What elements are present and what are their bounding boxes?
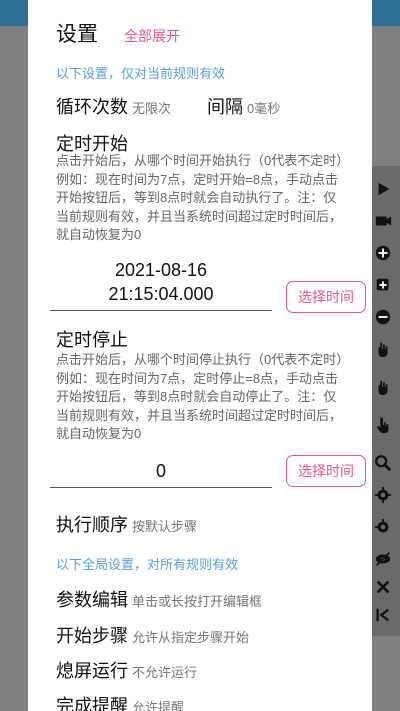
param-edit-value: 单击或长按打开编辑框 (132, 594, 263, 609)
loop-count-value[interactable]: 无限次 (132, 98, 171, 117)
timer-stop-title: 定时停止 (56, 330, 128, 350)
hand-icon[interactable] (372, 376, 394, 398)
finish-alert-row[interactable]: 完成提醒 允许提醒 (56, 692, 184, 711)
timer-start-value[interactable]: 2021-08-16 21:15:04.000 (50, 258, 272, 311)
expand-all-link[interactable]: 全部展开 (124, 26, 180, 46)
settings-dialog: 设置 全部展开 以下设置，仅对当前规则有效 循环次数 无限次 间隔 0毫秒 定时… (28, 0, 372, 711)
exec-order-value: 按默认步骤 (132, 519, 198, 534)
eye-off-icon[interactable] (372, 548, 394, 570)
start-step-label: 开始步骤 (56, 626, 128, 646)
loop-interval-row: 循环次数 无限次 间隔 0毫秒 (56, 93, 280, 119)
screen-off-label: 熄屏运行 (56, 661, 128, 681)
rule-settings-note: 以下设置，仅对当前规则有效 (56, 66, 226, 81)
interval-value[interactable]: 0毫秒 (247, 98, 280, 117)
exec-order-row[interactable]: 执行顺序 按默认步骤 (56, 511, 197, 537)
dialog-header: 设置 全部展开 (56, 18, 180, 48)
collapse-icon[interactable] (372, 604, 394, 626)
exec-order-label: 执行顺序 (56, 515, 128, 535)
start-step-value: 允许从指定步骤开始 (132, 630, 250, 645)
camera-icon[interactable] (372, 210, 394, 232)
timer-stop-description: 点击开始后，从哪个时间停止执行（0代表不定时）例如：现在时间为7点，定时停止=8… (56, 352, 343, 441)
hand-icon[interactable] (372, 338, 394, 360)
remove-icon[interactable] (372, 306, 394, 328)
search-icon[interactable] (372, 452, 394, 474)
screen-off-row[interactable]: 熄屏运行 不允许运行 (56, 657, 197, 683)
timer-stop-value[interactable]: 0 (50, 459, 272, 488)
timer-start-time: 21:15:04.000 (108, 284, 214, 304)
timer-start-description: 点击开始后，从哪个时间开始执行（0代表不定时）例如：现在时间为7点，定时开始=8… (56, 153, 343, 242)
hand-pointer-icon[interactable] (372, 414, 394, 436)
dialog-title: 设置 (56, 23, 98, 46)
add-icon[interactable] (372, 242, 394, 264)
gear-alt-icon[interactable] (372, 516, 394, 538)
param-edit-row[interactable]: 参数编辑 单击或长按打开编辑框 (56, 586, 262, 612)
loop-count-label[interactable]: 循环次数 (56, 93, 128, 119)
floating-toolbar (368, 166, 400, 636)
timer-start-pick-button[interactable]: 选择时间 (286, 281, 366, 313)
timer-stop-pick-button[interactable]: 选择时间 (286, 455, 366, 487)
start-step-row[interactable]: 开始步骤 允许从指定步骤开始 (56, 622, 249, 648)
interval-label[interactable]: 间隔 (207, 93, 243, 119)
global-settings-note: 以下全局设置，对所有规则有效 (56, 557, 239, 572)
add-copy-icon[interactable] (372, 274, 394, 296)
param-edit-label: 参数编辑 (56, 590, 128, 610)
finish-alert-label: 完成提醒 (56, 696, 128, 711)
play-icon[interactable] (372, 178, 394, 200)
gear-icon[interactable] (372, 484, 394, 506)
screen-off-value: 不允许运行 (132, 665, 198, 680)
close-icon[interactable] (372, 576, 394, 598)
background-left (0, 26, 30, 711)
timer-start-date: 2021-08-16 (114, 260, 208, 280)
finish-alert-value: 允许提醒 (132, 700, 185, 711)
